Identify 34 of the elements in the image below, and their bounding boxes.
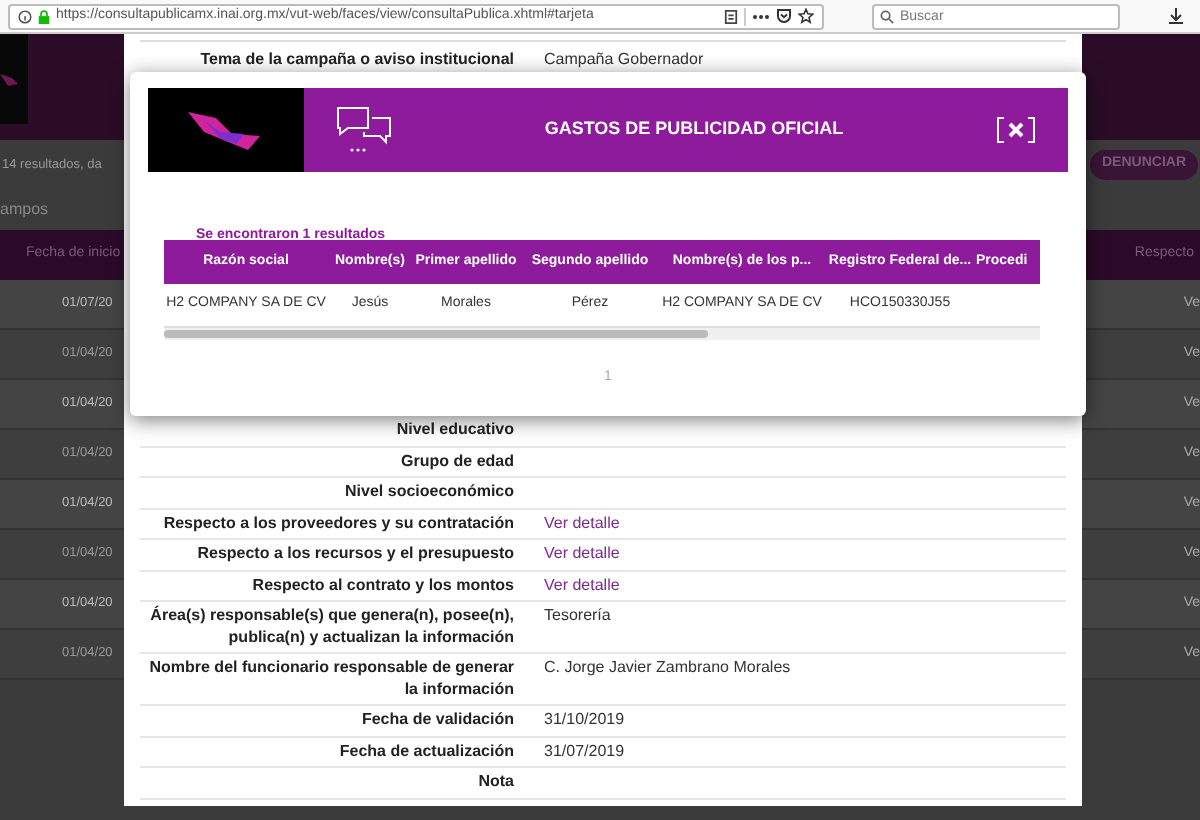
field-label: Área(s) responsable(s) que genera(n), posee(n), publica(n) y actualizan la información: [148, 606, 514, 648]
pocket-icon[interactable]: [776, 8, 792, 24]
field-label: Nivel socioeconómico: [343, 482, 514, 503]
detail-link[interactable]: Ver detalle: [544, 575, 620, 596]
field-value: Tesorería: [544, 606, 611, 627]
field-label: Fecha de validación: [359, 710, 514, 731]
fields-link[interactable]: ampos: [0, 198, 49, 222]
field-label: Tema de la campaña o aviso institucional: [198, 48, 514, 72]
field-label: Fecha de actualización: [337, 741, 514, 762]
info-icon: [18, 9, 32, 23]
modal-title: GASTOS DE PUBLICIDAD OFICIAL: [542, 116, 846, 143]
reader-icon[interactable]: [724, 9, 738, 23]
field-value: 31/07/2019: [544, 741, 625, 762]
detail-link[interactable]: Ver detalle: [544, 513, 620, 534]
search-icon: [880, 9, 894, 23]
field-label: Respecto al contrato y los montos: [250, 575, 514, 596]
lock-icon: [38, 9, 50, 23]
chat-icon: [336, 106, 392, 154]
field-value: 31/10/2019: [544, 710, 625, 731]
field-label: Respecto a los recursos y el presupuesto: [195, 544, 514, 565]
star-icon[interactable]: [798, 8, 814, 24]
field-label: Nivel educativo: [394, 420, 514, 441]
field-label: Grupo de edad: [399, 451, 514, 472]
field-label: Nombre del funcionario responsable de generar la información: [147, 658, 514, 700]
more-icon[interactable]: [752, 13, 770, 19]
field-label: Respecto a los proveedores y su contratación: [161, 513, 514, 534]
scrollbar[interactable]: [164, 328, 1040, 340]
logo-icon: [0, 69, 20, 89]
field-value: Campaña Gobernador: [544, 48, 704, 72]
detail-link[interactable]: Ver detalle: [544, 544, 620, 565]
field-value: C. Jorge Javier Zambrano Morales: [544, 658, 791, 679]
download-icon[interactable]: [1168, 8, 1184, 24]
close-icon[interactable]: [996, 116, 1036, 144]
field-label: Nota: [476, 772, 514, 793]
